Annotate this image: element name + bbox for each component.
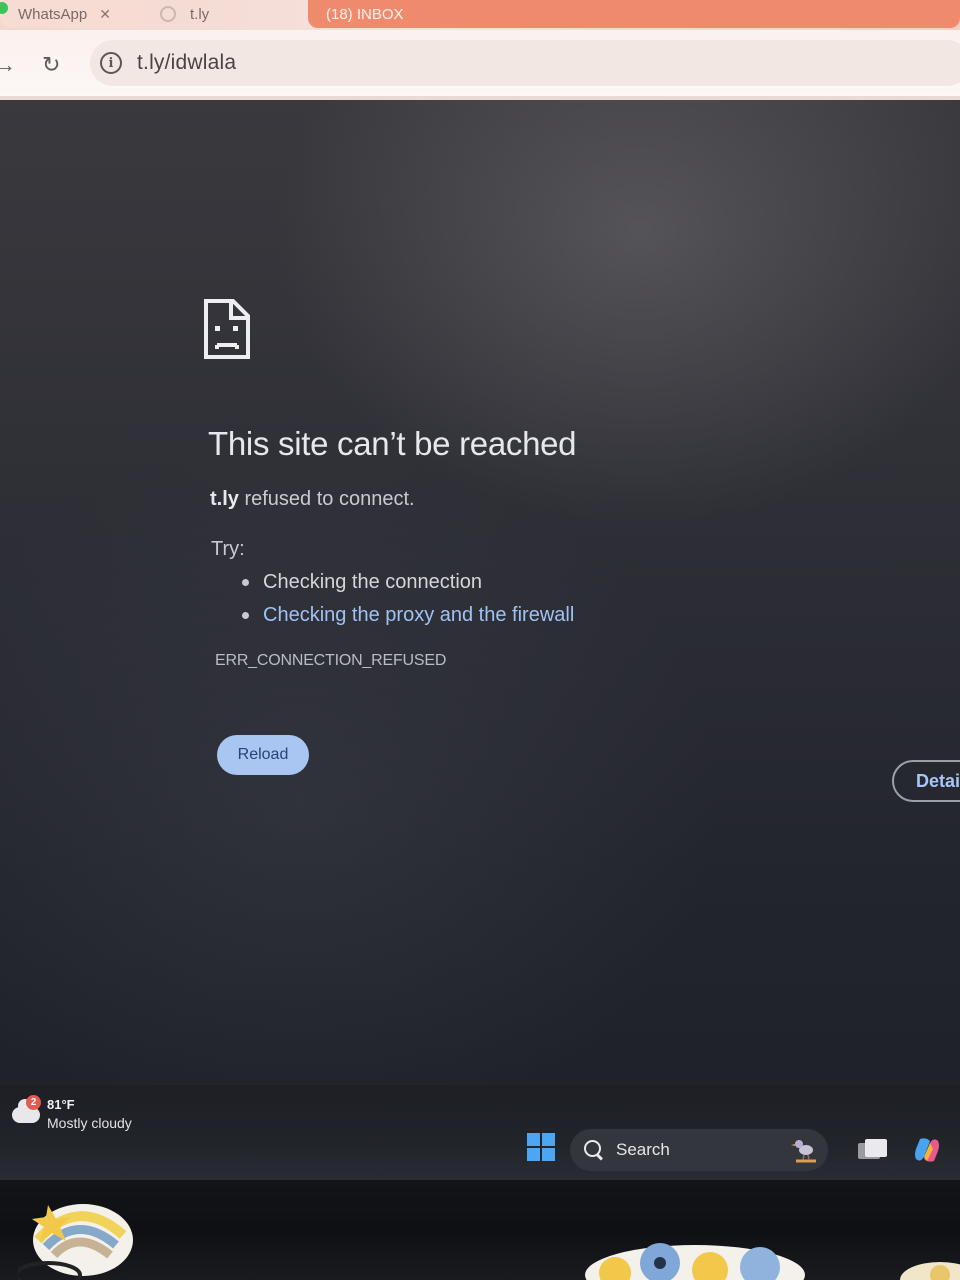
info-icon[interactable]: i bbox=[100, 52, 122, 74]
try-label: Try: bbox=[211, 538, 245, 560]
reload-button[interactable]: Reload bbox=[217, 735, 309, 775]
url-text[interactable]: t.ly/idwlala bbox=[137, 51, 236, 75]
suggestion-text: Checking the connection bbox=[263, 571, 483, 593]
weather-condition: Mostly cloudy bbox=[47, 1115, 132, 1131]
suggestion-connection: Checking the connection bbox=[242, 571, 482, 594]
taskbar: 2 81°F Mostly cloudy Search bbox=[0, 1085, 960, 1180]
weather-widget[interactable]: 2 81°F Mostly cloudy bbox=[10, 1095, 132, 1133]
rainbow-cloud-sticker bbox=[18, 1204, 133, 1280]
details-button[interactable]: Details bbox=[892, 760, 960, 802]
copilot-icon[interactable] bbox=[912, 1135, 942, 1165]
address-bar[interactable]: i t.ly/idwlala bbox=[90, 40, 960, 86]
sad-page-icon bbox=[204, 299, 250, 359]
notification-badge: 2 bbox=[26, 1095, 41, 1110]
loading-icon bbox=[160, 6, 176, 22]
tab-label: WhatsApp bbox=[18, 5, 88, 23]
search-label: Search bbox=[616, 1140, 670, 1159]
monitor-bezel bbox=[0, 1180, 960, 1280]
error-code: ERR_CONNECTION_REFUSED bbox=[215, 652, 447, 669]
error-title: This site can’t be reached bbox=[208, 425, 577, 462]
forward-arrow-icon[interactable]: → bbox=[0, 52, 16, 78]
weather-temperature: 81°F bbox=[47, 1097, 75, 1112]
tab-whatsapp[interactable]: WhatsApp ✕ bbox=[0, 0, 144, 28]
tab-label: t.ly bbox=[190, 5, 210, 23]
taskbar-search-box[interactable]: Search bbox=[570, 1129, 828, 1171]
page-content: This site can’t be reached t.ly refused … bbox=[0, 100, 960, 1135]
browser-toolbar: → ↻ i t.ly/idwlala bbox=[0, 30, 960, 100]
search-icon bbox=[584, 1140, 604, 1160]
bullet bbox=[242, 612, 249, 619]
error-host: t.ly bbox=[210, 488, 239, 510]
task-view-icon[interactable] bbox=[858, 1137, 888, 1161]
bullet bbox=[242, 579, 249, 586]
close-tab-icon[interactable]: ✕ bbox=[99, 6, 111, 23]
tab-strip: WhatsApp ✕ t.ly (18) INBOX bbox=[0, 0, 960, 30]
reload-icon[interactable]: ↻ bbox=[42, 52, 60, 78]
windows-start-icon[interactable] bbox=[527, 1133, 555, 1161]
tab-label: (18) INBOX bbox=[326, 5, 404, 23]
suggestion-link-text[interactable]: Checking the proxy and the firewall bbox=[263, 604, 574, 627]
cloudy-weather-icon: 2 bbox=[10, 1095, 42, 1125]
error-message-text: refused to connect. bbox=[238, 488, 415, 510]
tab-tly[interactable]: t.ly bbox=[150, 0, 300, 28]
flower-sticker bbox=[585, 1243, 805, 1280]
error-message: t.ly refused to connect. bbox=[210, 488, 415, 511]
bird-highlight-icon bbox=[791, 1140, 816, 1163]
suggestion-proxy-firewall-link[interactable]: Checking the proxy and the firewall bbox=[242, 604, 574, 627]
whatsapp-icon bbox=[0, 2, 8, 14]
tab-inbox[interactable]: (18) INBOX bbox=[308, 0, 960, 28]
sticker-edge bbox=[900, 1262, 960, 1280]
